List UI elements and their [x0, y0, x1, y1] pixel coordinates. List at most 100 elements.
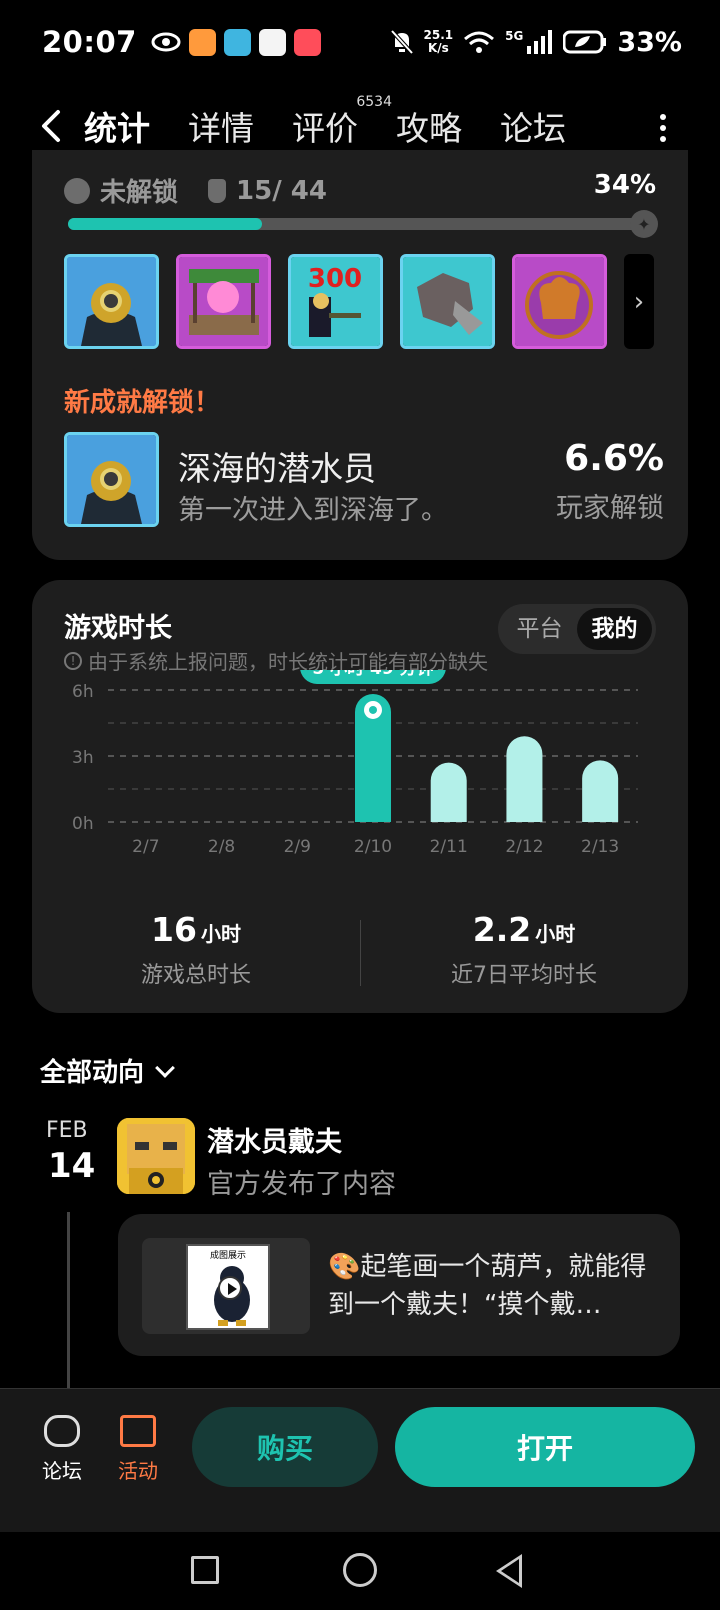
achievement-count: 15/ 44: [236, 175, 327, 206]
trophy-icon: [208, 178, 227, 203]
battery-icon: [563, 30, 607, 54]
signal-icon: [527, 30, 553, 54]
tab-details[interactable]: 详情: [188, 98, 254, 154]
achievements-next-icon[interactable]: ›: [624, 254, 654, 349]
timeline-line: [67, 1212, 70, 1392]
wifi-icon: [464, 31, 495, 53]
bar: [582, 760, 619, 822]
achievement-progress-fill: [68, 218, 262, 230]
playtime-bar-chart: 0h 3h 6h 2/7 2/8 2/9 2/10 5 小时 49 分钟 2/11 2/12 2/1…: [72, 670, 638, 857]
achievement-percent: 34%: [593, 170, 656, 200]
achievements-header: 未解锁 15/ 44: [64, 172, 327, 209]
latest-achievement[interactable]: 深海的潜水员 第一次进入到深海了。 6.6% 玩家解锁: [64, 432, 664, 532]
home-icon[interactable]: [343, 1553, 377, 1587]
svg-text:300: 300: [308, 264, 362, 294]
back-icon[interactable]: [32, 104, 72, 148]
feed-post-card[interactable]: 成图展示 🎨起笔画一个葫芦，就能得到一个戴夫！“摸个戴…: [118, 1214, 680, 1356]
average-playtime-unit: 小时: [535, 922, 576, 946]
buy-button[interactable]: 购买: [192, 1407, 378, 1487]
bottom-forum-label: 论坛: [42, 1459, 82, 1483]
tab-reviews-label: 评价: [292, 109, 358, 148]
net-speed-unit: K/s: [427, 41, 449, 55]
network-type: 5G: [505, 29, 524, 43]
latest-achievement-rate-label: 玩家解锁: [556, 493, 664, 524]
total-playtime-unit: 小时: [200, 922, 241, 946]
latest-achievement-diver-icon: [64, 432, 159, 527]
tab-reviews[interactable]: 评价 6534: [292, 94, 392, 154]
playtime-title: 游戏时长: [64, 613, 172, 644]
bottom-action-bar: 论坛 活动 购买 打开: [0, 1388, 720, 1532]
app-game-icon: [258, 28, 286, 56]
achievements-card[interactable]: 未解锁 15/ 44 34% ✦ 300 › 新成就解锁！ 深海的潜水员 第一次…: [32, 150, 688, 560]
author-subtitle: 官方发布了内容: [207, 1169, 396, 1200]
y-tick-label: 0h: [72, 814, 94, 834]
x-tick-label: 2/9: [284, 837, 311, 857]
play-icon: [218, 1276, 242, 1300]
latest-achievement-name: 深海的潜水员: [178, 449, 376, 488]
recent-apps-icon[interactable]: [191, 1556, 219, 1584]
eye-icon: [151, 32, 181, 52]
latest-achievement-desc: 第一次进入到深海了。: [178, 495, 448, 526]
system-back-icon[interactable]: [496, 1554, 522, 1588]
achievement-stall-icon[interactable]: [176, 254, 271, 349]
open-button[interactable]: 打开: [395, 1407, 695, 1487]
playtime-scope-toggle: 平台 我的: [498, 604, 656, 654]
post-thumbnail-image: 成图展示: [186, 1244, 270, 1330]
trophy-locked-icon: [64, 177, 90, 204]
average-playtime-value: 2.2: [472, 910, 532, 949]
more-menu-icon[interactable]: [656, 108, 670, 148]
gift-icon: [120, 1415, 156, 1447]
post-text: 🎨起笔画一个葫芦，就能得到一个戴夫！“摸个戴…: [328, 1252, 647, 1320]
playtime-card: 游戏时长 ! 由于系统上报问题，时长统计可能有部分缺失 平台 我的 0h 3h 6h…: [32, 580, 688, 1013]
tab-bar: 统计 详情 评价 6534 攻略 论坛: [84, 94, 604, 154]
bottom-events[interactable]: 活动: [108, 1415, 168, 1484]
author-avatar[interactable]: [117, 1118, 195, 1194]
bottom-events-label: 活动: [118, 1459, 158, 1483]
locked-label: 未解锁: [100, 178, 179, 208]
x-tick-label: 2/12: [505, 837, 543, 857]
reviews-count-badge: 6534: [356, 94, 392, 110]
feed-filter-dropdown[interactable]: 全部动向: [40, 1052, 175, 1089]
new-unlock-label: 新成就解锁！: [64, 388, 221, 418]
achievement-diver-icon[interactable]: [64, 254, 159, 349]
app-heart-icon: [188, 28, 216, 56]
bottom-forum[interactable]: 论坛: [32, 1415, 92, 1484]
achievement-rock-icon[interactable]: [400, 254, 495, 349]
feed-date-day: 14: [48, 1146, 96, 1186]
latest-achievement-rate: 6.6%: [564, 438, 664, 479]
info-icon: !: [64, 651, 82, 670]
achievement-chef-hat-icon[interactable]: [512, 254, 607, 349]
author-name[interactable]: 潜水员戴夫: [207, 1120, 342, 1159]
bar: [506, 736, 543, 822]
tab-forum[interactable]: 论坛: [500, 98, 566, 154]
total-playtime-label: 游戏总时长: [140, 963, 251, 988]
app-book-icon: [223, 28, 251, 56]
total-playtime-value: 16: [151, 910, 197, 949]
bar: [430, 762, 467, 822]
tab-guides[interactable]: 攻略: [396, 98, 462, 154]
achievement-progress-bar: [68, 218, 638, 230]
net-speed: 25.1 K/s: [424, 29, 454, 55]
status-bar: 20:07 25.1 K/s 5G 33%: [0, 0, 720, 84]
feed-title: 全部动向: [40, 1058, 145, 1088]
progress-end-star-icon: ✦: [630, 210, 658, 238]
bar-tooltip-label: 5 小时 49 分钟: [312, 670, 433, 679]
chevron-down-icon: [155, 1057, 175, 1078]
x-tick-label: 2/7: [132, 837, 159, 857]
x-tick-label: 2/11: [430, 837, 468, 857]
tab-forum-label: 论坛: [500, 109, 566, 148]
y-tick-label: 6h: [72, 682, 94, 702]
tab-guides-label: 攻略: [396, 109, 462, 148]
tab-details-label: 详情: [188, 109, 254, 148]
x-tick-label: 2/13: [581, 837, 619, 857]
achievement-300-icon[interactable]: 300: [288, 254, 383, 349]
feed-date-month: FEB: [46, 1118, 88, 1143]
tab-stats[interactable]: 统计: [84, 98, 150, 154]
toggle-mine[interactable]: 我的: [577, 608, 652, 650]
chat-bubble-icon: [44, 1415, 80, 1447]
toggle-platform[interactable]: 平台: [502, 608, 577, 650]
average-playtime-label: 近7日平均时长: [451, 963, 597, 988]
y-tick-label: 3h: [72, 748, 94, 768]
playtime-stats: 16 小时 游戏总时长 2.2 小时 近7日平均时长: [32, 910, 688, 990]
total-playtime: 16 小时 游戏总时长: [32, 910, 360, 989]
